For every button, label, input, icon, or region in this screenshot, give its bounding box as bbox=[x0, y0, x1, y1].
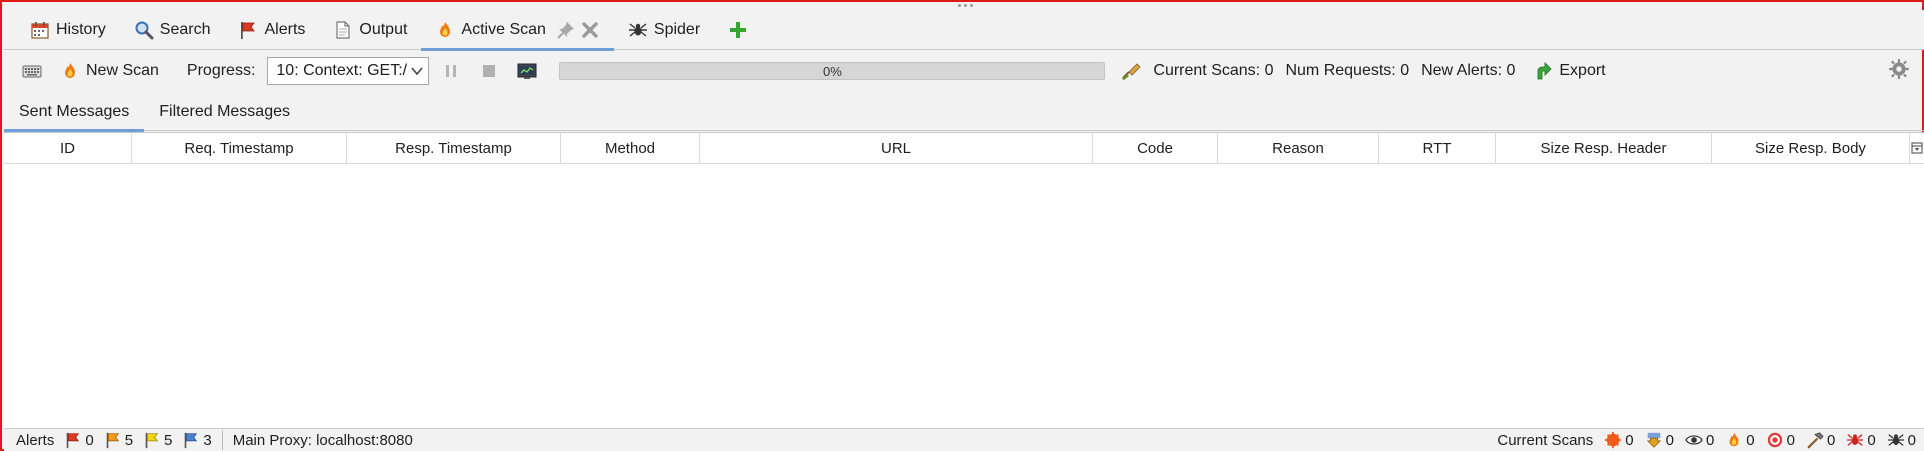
tab-spider[interactable]: Spider bbox=[614, 10, 714, 50]
magnifier-icon bbox=[134, 20, 154, 40]
spider-ajax-icon bbox=[1604, 431, 1622, 449]
scan-count: 0 bbox=[1786, 431, 1795, 449]
low-alert-count: 5 bbox=[164, 431, 173, 449]
stop-icon bbox=[479, 61, 499, 81]
status-bar: Alerts 0 5 5 3 Main Proxy: localhost:808… bbox=[4, 428, 1924, 451]
tab-label: History bbox=[56, 20, 106, 38]
tab-label: Output bbox=[359, 20, 408, 38]
num-requests-label: Num Requests: bbox=[1285, 62, 1396, 79]
num-requests-value: 0 bbox=[1400, 62, 1410, 79]
high-alert-count: 0 bbox=[85, 431, 94, 449]
new-alerts-label: New Alerts: bbox=[1421, 62, 1503, 79]
pause-scan-button[interactable] bbox=[435, 56, 467, 86]
low-alert-flag-icon bbox=[143, 431, 161, 449]
new-scan-label: New Scan bbox=[86, 62, 159, 79]
flame-icon bbox=[60, 61, 80, 81]
subtab-label: Sent Messages bbox=[19, 102, 130, 120]
red-flag-icon bbox=[238, 20, 258, 40]
eye-icon bbox=[1685, 431, 1703, 449]
pin-icon[interactable] bbox=[556, 20, 576, 40]
new-scan-button[interactable]: New Scan bbox=[54, 56, 165, 86]
document-icon bbox=[333, 20, 353, 40]
column-header-reason[interactable]: Reason bbox=[1218, 133, 1379, 163]
scan-count: 0 bbox=[1705, 431, 1715, 449]
column-chooser-icon[interactable] bbox=[1910, 133, 1924, 163]
flame-icon bbox=[1725, 431, 1743, 449]
scan-count: 0 bbox=[1746, 431, 1755, 449]
column-header-size-resp-header[interactable]: Size Resp. Header bbox=[1496, 133, 1712, 163]
scan-count: 0 bbox=[1625, 431, 1634, 449]
plus-icon bbox=[728, 20, 748, 40]
tab-label: Active Scan bbox=[461, 20, 546, 38]
export-label: Export bbox=[1559, 62, 1606, 79]
main-proxy-text: Main Proxy: localhost:8080 bbox=[232, 431, 413, 449]
red-spider-icon bbox=[1846, 431, 1864, 449]
info-alert-flag-icon bbox=[182, 431, 200, 449]
broom-icon[interactable] bbox=[1121, 61, 1141, 81]
download-arrow-icon bbox=[1645, 431, 1663, 449]
pause-icon bbox=[441, 61, 461, 81]
target-icon bbox=[1766, 431, 1784, 449]
alerts-label: Alerts bbox=[16, 431, 55, 449]
column-header-resp-timestamp[interactable]: Resp. Timestamp bbox=[347, 133, 561, 163]
scan-count: 0 bbox=[1867, 431, 1876, 449]
tab-history[interactable]: History bbox=[16, 10, 120, 50]
column-header-req-timestamp[interactable]: Req. Timestamp bbox=[132, 133, 347, 163]
scan-policy-button[interactable] bbox=[16, 56, 48, 86]
hammer-icon bbox=[1806, 431, 1824, 449]
subtab-sent-messages[interactable]: Sent Messages bbox=[4, 93, 145, 132]
progress-select-value: 10: Context: GET:/ bbox=[276, 62, 408, 79]
export-arrow-icon bbox=[1533, 61, 1553, 81]
scan-progress-details-button[interactable] bbox=[511, 56, 543, 86]
export-button[interactable]: Export bbox=[1527, 56, 1611, 86]
scan-progress-bar: 0% bbox=[559, 62, 1106, 80]
column-header-url[interactable]: URL bbox=[700, 133, 1093, 163]
messages-table: ID Req. Timestamp Resp. Timestamp Method… bbox=[4, 132, 1924, 428]
current-scans-status-label: Current Scans bbox=[1497, 431, 1594, 449]
tab-label: Spider bbox=[653, 20, 701, 38]
spider-icon bbox=[1887, 431, 1905, 449]
medium-alert-flag-icon bbox=[104, 431, 122, 449]
subtab-label: Filtered Messages bbox=[159, 102, 290, 120]
close-icon[interactable] bbox=[580, 20, 600, 40]
info-alert-count: 3 bbox=[203, 431, 212, 449]
flame-icon bbox=[435, 20, 455, 40]
column-header-size-resp-body[interactable]: Size Resp. Body bbox=[1712, 133, 1910, 163]
spider-icon bbox=[628, 20, 648, 40]
column-header-id[interactable]: ID bbox=[4, 133, 132, 163]
scan-count: 0 bbox=[1665, 431, 1674, 449]
main-tab-strip: History Search Alerts Output Active Scan bbox=[4, 10, 1924, 51]
calendar-icon bbox=[30, 20, 50, 40]
column-header-method[interactable]: Method bbox=[561, 133, 700, 163]
monitor-chart-icon bbox=[517, 61, 537, 81]
gear-icon[interactable] bbox=[1888, 58, 1910, 80]
chevron-down-icon bbox=[407, 61, 427, 81]
tab-alerts[interactable]: Alerts bbox=[224, 10, 319, 50]
current-scans-label: Current Scans: bbox=[1153, 62, 1261, 79]
column-header-rtt[interactable]: RTT bbox=[1379, 133, 1496, 163]
scan-toolbar: New Scan Progress: 10: Context: GET:/ 0%… bbox=[4, 51, 1924, 91]
tab-label: Search bbox=[159, 20, 211, 38]
tab-output[interactable]: Output bbox=[319, 10, 421, 50]
progress-text: 0% bbox=[822, 63, 842, 79]
subtab-filtered-messages[interactable]: Filtered Messages bbox=[144, 93, 305, 131]
table-header: ID Req. Timestamp Resp. Timestamp Method… bbox=[4, 133, 1924, 164]
scan-count: 0 bbox=[1826, 431, 1836, 449]
add-tab-button[interactable] bbox=[714, 10, 762, 50]
stop-scan-button[interactable] bbox=[473, 56, 505, 86]
high-alert-flag-icon bbox=[64, 431, 82, 449]
progress-label: Progress: bbox=[186, 62, 256, 79]
tab-search[interactable]: Search bbox=[120, 10, 225, 50]
keyboard-icon bbox=[22, 61, 42, 81]
column-header-code[interactable]: Code bbox=[1093, 133, 1218, 163]
medium-alert-count: 5 bbox=[124, 431, 134, 449]
scan-count: 0 bbox=[1907, 431, 1916, 449]
app-window: History Search Alerts Output Active Scan bbox=[0, 0, 1924, 451]
tab-label: Alerts bbox=[264, 20, 306, 38]
progress-scan-select[interactable]: 10: Context: GET:/ bbox=[267, 57, 430, 85]
message-subtabs: Sent Messages Filtered Messages bbox=[4, 93, 1924, 132]
current-scans-value: 0 bbox=[1264, 62, 1274, 79]
tab-active-scan[interactable]: Active Scan bbox=[421, 10, 615, 51]
new-alerts-value: 0 bbox=[1506, 62, 1516, 79]
